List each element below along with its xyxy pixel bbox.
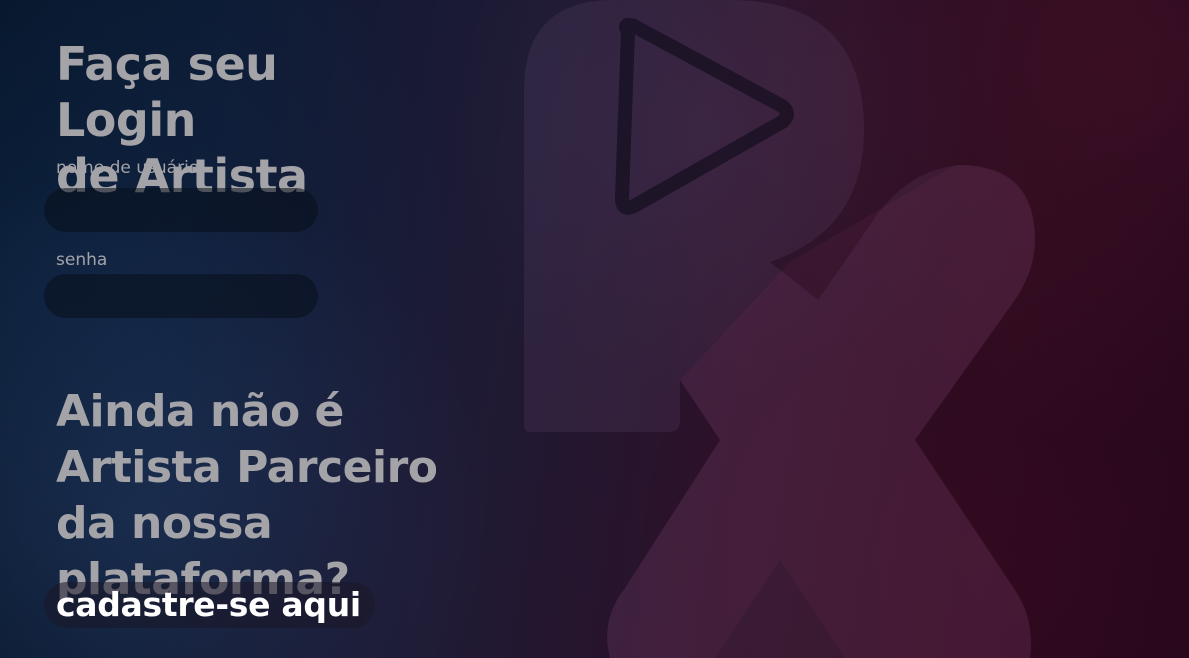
login-title-line1: Faça seu Login — [56, 37, 278, 147]
password-input[interactable] — [44, 274, 318, 318]
username-label: nome de usuário — [56, 158, 200, 178]
signup-button[interactable]: cadastre-se aqui — [44, 582, 375, 628]
username-input[interactable] — [44, 188, 318, 232]
signup-question: Ainda não é Artista Parceiro da nossa pl… — [56, 384, 496, 608]
login-title: Faça seu Login de Artista — [56, 36, 416, 204]
signup-question-line2: Artista Parceiro — [56, 442, 438, 493]
password-label: senha — [56, 250, 108, 270]
signup-question-line1: Ainda não é — [56, 386, 344, 437]
